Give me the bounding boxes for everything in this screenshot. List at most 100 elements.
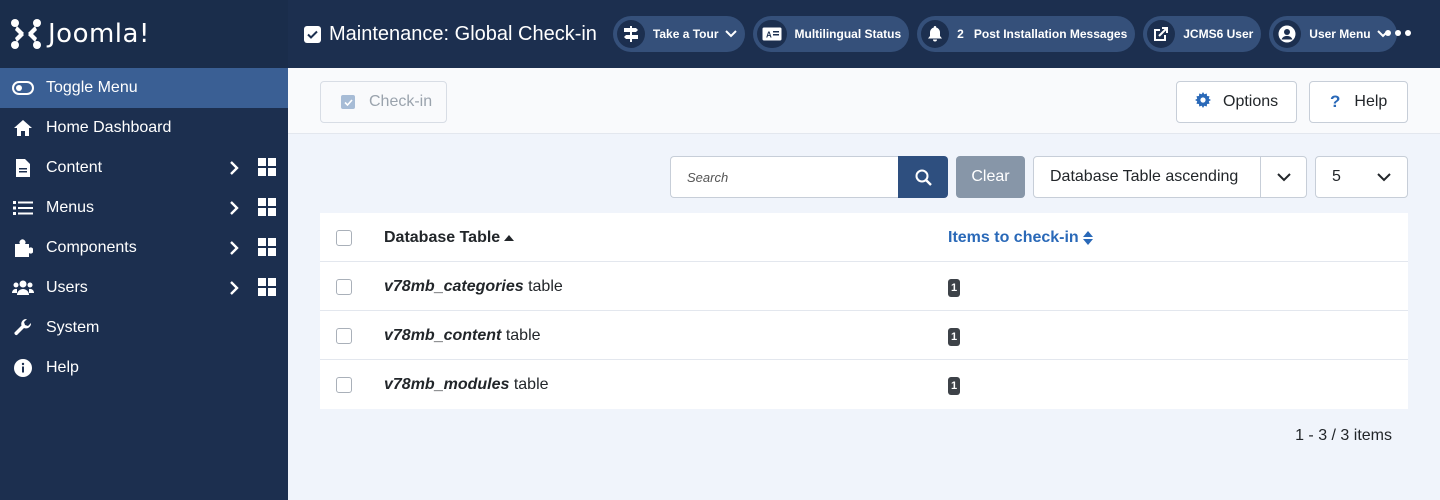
column-header-label: Database Table	[384, 229, 501, 246]
list-limit-select[interactable]: 5	[1315, 156, 1408, 198]
sidebar-item-system[interactable]: System	[0, 308, 288, 348]
site-link-button[interactable]: JCMS6 User	[1143, 16, 1262, 52]
user-circle-icon	[1273, 20, 1302, 48]
help-button[interactable]: ? Help	[1309, 81, 1408, 123]
table-name: v78mb_categories table	[384, 278, 563, 296]
check-in-button[interactable]: Check-in	[320, 81, 447, 123]
joomla-logo[interactable]: Joomla!	[10, 18, 150, 50]
search-button[interactable]	[898, 156, 948, 198]
chevron-right-icon[interactable]	[224, 158, 244, 178]
chevron-down-icon	[724, 30, 737, 38]
home-icon	[12, 117, 34, 139]
table-name-prefix: v78mb_content	[384, 327, 502, 344]
toolbar: Check-in Options ? Help	[288, 68, 1440, 134]
take-tour-button[interactable]: Take a Tour	[612, 16, 745, 52]
chevron-down-icon	[1260, 157, 1306, 197]
row-checkbox[interactable]	[336, 377, 352, 393]
user-menu-label: User Menu	[1309, 27, 1371, 41]
sort-asc-icon	[504, 235, 515, 241]
sidebar-item-home-dashboard[interactable]: Home Dashboard	[0, 108, 288, 148]
options-label: Options	[1223, 93, 1279, 110]
joomla-logo-icon	[11, 19, 41, 49]
checkin-table: Database Table Items to check-in v78mb_c…	[320, 213, 1408, 409]
table-row: v78mb_modules table 1	[320, 360, 1408, 409]
table-row: v78mb_categories table 1	[320, 262, 1408, 311]
sort-order-value: Database Table ascending	[1050, 168, 1239, 185]
select-all-checkbox[interactable]	[336, 230, 352, 246]
chevron-right-icon[interactable]	[224, 278, 244, 298]
post-install-label: Post Installation Messages	[973, 27, 1128, 41]
brand-name: Joomla!	[48, 19, 150, 49]
question-icon: ?	[1330, 92, 1341, 111]
list-icon	[12, 197, 34, 219]
dashboard-grid-icon[interactable]	[258, 158, 276, 176]
take-tour-label: Take a Tour	[652, 27, 719, 41]
language-icon: A	[756, 20, 787, 48]
sidebar-item-label: Content	[46, 159, 103, 176]
item-count-badge: 1	[948, 328, 961, 346]
sidebar-item-label: Menus	[46, 199, 95, 216]
sidebar-item-label: Home Dashboard	[46, 119, 172, 136]
row-checkbox[interactable]	[336, 328, 352, 344]
toggle-icon	[12, 81, 34, 95]
puzzle-icon	[12, 237, 34, 259]
user-menu-button[interactable]: User Menu	[1269, 16, 1397, 52]
search-icon	[915, 169, 932, 186]
table-name-suffix: table	[523, 278, 563, 295]
sidebar-item-help[interactable]: Help	[0, 348, 288, 388]
chevron-right-icon[interactable]	[224, 198, 244, 218]
table-name-suffix: table	[509, 376, 549, 393]
toggle-menu-label: Toggle Menu	[46, 79, 138, 96]
sidebar-item-users[interactable]: Users	[0, 268, 288, 308]
post-install-count: 2	[957, 27, 964, 41]
info-icon	[12, 357, 34, 379]
multilingual-label: Multilingual Status	[794, 27, 902, 41]
chevron-right-icon[interactable]	[224, 238, 244, 258]
more-options-icon[interactable]	[1385, 30, 1411, 36]
item-count-badge: 1	[948, 279, 961, 297]
item-count-badge: 1	[948, 377, 961, 395]
file-icon	[12, 157, 34, 179]
row-checkbox[interactable]	[336, 279, 352, 295]
toggle-menu-button[interactable]: Toggle Menu	[0, 68, 288, 108]
sidebar-item-label: System	[46, 319, 100, 336]
sidebar-item-label: Users	[46, 279, 88, 296]
dashboard-grid-icon[interactable]	[258, 238, 276, 256]
users-icon	[12, 277, 34, 299]
table-row: v78mb_content table 1	[320, 311, 1408, 360]
sidebar-item-components[interactable]: Components	[0, 228, 288, 268]
list-limit-value: 5	[1332, 168, 1341, 185]
post-installation-messages-button[interactable]: 2 Post Installation Messages	[917, 16, 1136, 52]
page-title-text: Maintenance: Global Check-in	[329, 22, 597, 45]
column-header-label: Items to check-in	[948, 229, 1079, 246]
column-header-database-table[interactable]: Database Table	[384, 229, 515, 247]
search-input[interactable]	[670, 156, 899, 198]
sidebar-item-label: Components	[46, 239, 137, 256]
bell-icon	[921, 20, 950, 48]
table-name: v78mb_content table	[384, 327, 541, 345]
help-label: Help	[1354, 93, 1388, 110]
dashboard-grid-icon[interactable]	[258, 278, 276, 296]
clear-button[interactable]: Clear	[956, 156, 1025, 198]
sidebar-item-menus[interactable]: Menus	[0, 188, 288, 228]
page-title: Maintenance: Global Check-in	[304, 23, 597, 46]
table-name: v78mb_modules table	[384, 376, 549, 394]
table-name-suffix: table	[501, 327, 541, 344]
options-button[interactable]: Options	[1176, 81, 1297, 123]
svg-text:A: A	[766, 31, 772, 40]
checkbox-icon	[341, 95, 355, 109]
sidebar-item-content[interactable]: Content	[0, 148, 288, 188]
column-header-items-to-check-in[interactable]: Items to check-in	[948, 229, 1093, 247]
sidebar: Joomla! Toggle Menu Home Dashboard Conte…	[0, 0, 288, 500]
dashboard-grid-icon[interactable]	[258, 198, 276, 216]
sort-order-select[interactable]: Database Table ascending	[1033, 156, 1307, 198]
chevron-down-icon	[1361, 157, 1407, 197]
multilingual-status-button[interactable]: A Multilingual Status	[752, 16, 910, 52]
check-in-label: Check-in	[369, 93, 433, 110]
header: Maintenance: Global Check-in Take a Tour…	[288, 0, 1440, 68]
check-square-icon	[304, 25, 321, 43]
signpost-icon	[616, 20, 645, 48]
external-link-icon	[1147, 20, 1176, 48]
table-name-prefix: v78mb_modules	[384, 376, 510, 393]
pagination-summary: 1 - 3 / 3 items	[1295, 427, 1392, 444]
